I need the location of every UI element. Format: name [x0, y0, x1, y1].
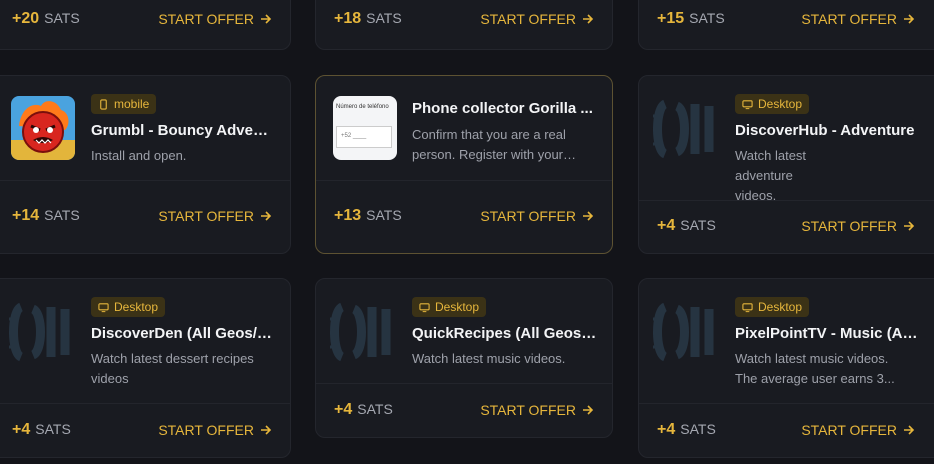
arrow-right-icon	[583, 14, 594, 24]
offer-card[interactable]: Desktop PixelPointTV - Music (All Geos) …	[638, 278, 934, 458]
platform-badge: Desktop	[735, 297, 810, 317]
offer-card[interactable]: mobile Grumbl - Bouncy Adventure Install…	[0, 75, 291, 254]
thumbnail-input: +52 ____	[336, 126, 392, 148]
arrow-right-icon	[904, 221, 915, 231]
start-offer-button[interactable]: START OFFER	[480, 402, 594, 418]
phone-icon	[100, 98, 107, 110]
reward-amount: +20 SATS	[12, 10, 80, 27]
offer-title: Grumbl - Bouncy Adventure	[91, 122, 276, 139]
offer-title: PixelPointTV - Music (All Geos)	[735, 325, 919, 342]
thumbnail-label: Número de teléfono	[336, 104, 389, 110]
offer-card[interactable]: Desktop DiscoverHub - Adventure Watch la…	[638, 75, 934, 254]
reward-amount: +15 SATS	[657, 10, 725, 27]
start-offer-button[interactable]: START OFFER	[801, 218, 915, 234]
offer-description: Watch latest dessert recipes videos	[91, 351, 254, 386]
offer-description: Watch latest adventure videos.	[735, 148, 807, 203]
offer-description: Watch latest music videos. The average u…	[735, 351, 895, 386]
reward-amount: +4 SATS	[657, 420, 716, 438]
offer-card[interactable]: +20 SATS START OFFER	[0, 0, 291, 50]
offer-title: QuickRecipes (All Geos/Desktop)	[412, 325, 598, 342]
offer-card[interactable]: Número de teléfono +52 ____ Phone collec…	[315, 75, 613, 254]
platform-badge: Desktop	[412, 297, 487, 317]
arrow-right-icon	[261, 211, 272, 221]
monitor-icon	[742, 99, 753, 109]
platform-badge: mobile	[91, 94, 157, 114]
platform-badge: Desktop	[735, 94, 810, 114]
arrow-right-icon	[904, 424, 915, 435]
reward-amount: +4 SATS	[657, 217, 716, 234]
offer-card[interactable]: Desktop QuickRecipes (All Geos/Desktop) …	[315, 278, 613, 438]
arrow-right-icon	[583, 211, 594, 221]
monitor-icon	[98, 302, 109, 312]
reward-amount: +4 SATS	[12, 420, 71, 438]
start-offer-button[interactable]: START OFFER	[480, 208, 594, 224]
offer-card[interactable]: Desktop DiscoverDen (All Geos/Desktop) W…	[0, 278, 291, 458]
start-offer-button[interactable]: START OFFER	[801, 422, 915, 438]
bouncy-ball-game-icon	[11, 96, 75, 160]
platform-badge: Desktop	[91, 297, 166, 317]
offer-description: Confirm that you are a real person. Regi…	[412, 127, 566, 162]
start-offer-button[interactable]: START OFFER	[158, 11, 272, 27]
placeholder-logo	[653, 302, 714, 362]
reward-amount: +13 SATS	[334, 207, 402, 224]
reward-amount: +14 SATS	[12, 207, 80, 224]
offer-title: DiscoverDen (All Geos/Desktop)	[91, 325, 276, 342]
phone-number-form-thumbnail: Número de teléfono +52 ____	[333, 96, 397, 160]
monitor-icon	[419, 302, 430, 312]
start-offer-button[interactable]: START OFFER	[158, 208, 272, 224]
placeholder-logo	[653, 99, 714, 159]
offer-card[interactable]: +15 SATS START OFFER	[638, 0, 934, 50]
start-offer-button[interactable]: START OFFER	[158, 422, 272, 438]
start-offer-button[interactable]: START OFFER	[480, 11, 594, 27]
arrow-right-icon	[904, 14, 915, 24]
offer-card[interactable]: +18 SATS START OFFER	[315, 0, 613, 50]
arrow-right-icon	[261, 424, 272, 435]
offer-description: Watch latest music videos.	[412, 351, 566, 366]
placeholder-logo	[9, 302, 70, 362]
offer-description: Install and open.	[91, 148, 187, 163]
start-offer-button[interactable]: START OFFER	[801, 11, 915, 27]
offer-title: DiscoverHub - Adventure	[735, 122, 915, 139]
arrow-right-icon	[583, 404, 594, 415]
reward-amount: +4 SATS	[334, 400, 393, 418]
monitor-icon	[742, 302, 753, 312]
offer-title: Phone collector Gorilla ...	[412, 100, 593, 117]
reward-amount: +18 SATS	[334, 10, 402, 27]
arrow-right-icon	[261, 14, 272, 24]
placeholder-logo	[330, 302, 391, 362]
